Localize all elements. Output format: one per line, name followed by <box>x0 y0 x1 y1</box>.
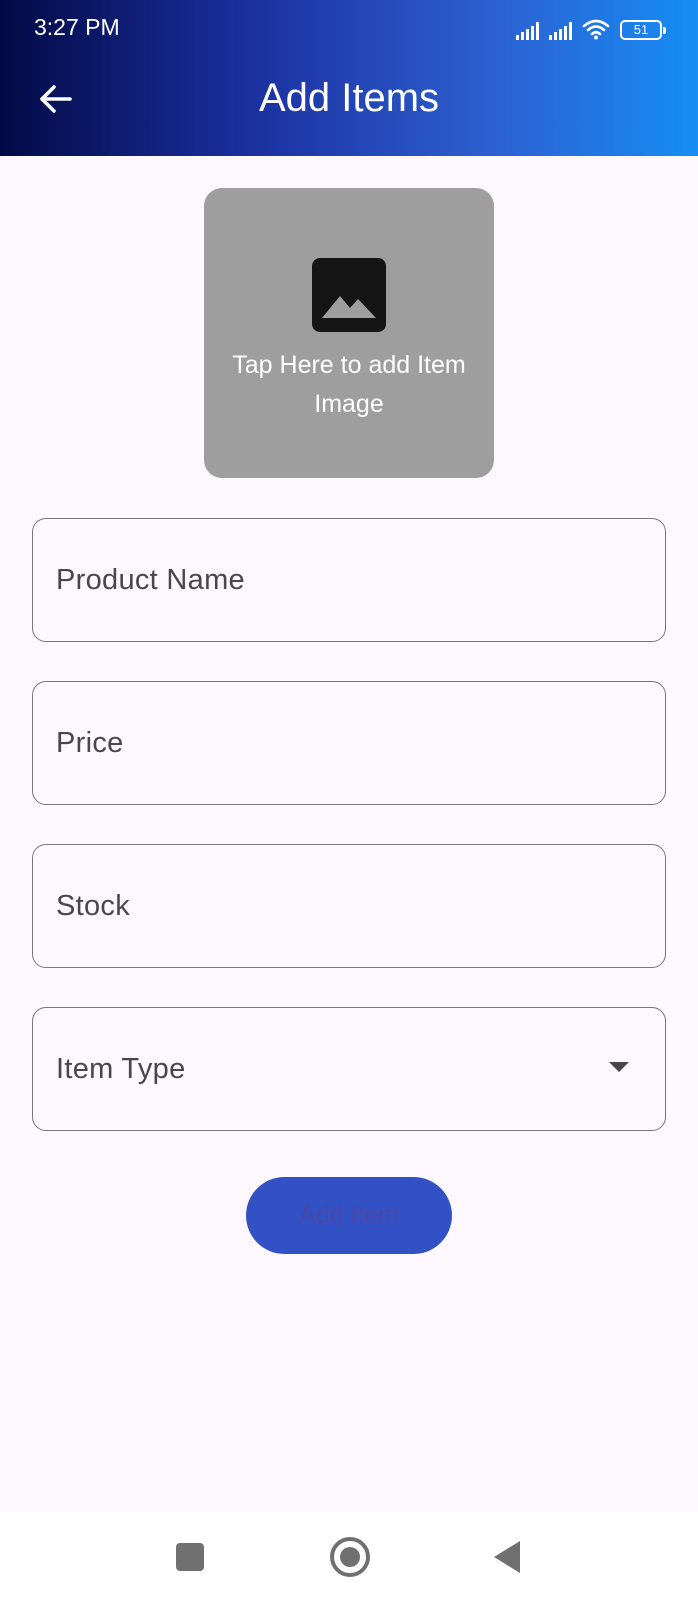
dropdown-arrow-icon <box>609 1062 629 1072</box>
battery-icon: 51 <box>620 20 666 40</box>
price-label: Price <box>56 726 124 759</box>
home-circle-icon[interactable] <box>330 1537 370 1577</box>
system-nav-bar <box>0 1512 698 1600</box>
product-name-label: Product Name <box>56 563 245 596</box>
page-title: Add Items <box>258 76 440 120</box>
signal-icon <box>549 20 572 40</box>
back-triangle-icon[interactable] <box>494 1541 520 1573</box>
app-header: 3:27 PM 51 Add Items <box>0 0 698 156</box>
toolbar: Add Items <box>0 56 698 156</box>
item-type-label: Item Type <box>56 1052 186 1085</box>
image-icon <box>312 258 386 332</box>
wifi-icon <box>582 19 610 40</box>
price-field[interactable]: Price <box>32 681 666 805</box>
stock-label: Stock <box>56 889 131 922</box>
add-item-button[interactable]: Add Item <box>246 1177 452 1254</box>
image-picker[interactable]: Tap Here to add Item Image <box>204 188 494 478</box>
recents-square-icon[interactable] <box>176 1543 204 1571</box>
product-name-field[interactable]: Product Name <box>32 518 666 642</box>
status-bar: 3:27 PM 51 <box>0 0 698 56</box>
image-picker-label: Tap Here to add Item Image <box>232 351 466 418</box>
signal-icon <box>516 20 539 40</box>
status-icons: 51 <box>516 14 666 40</box>
status-time: 3:27 PM <box>34 14 120 40</box>
stock-field[interactable]: Stock <box>32 844 666 968</box>
item-type-dropdown[interactable]: Item Type <box>32 1007 666 1131</box>
